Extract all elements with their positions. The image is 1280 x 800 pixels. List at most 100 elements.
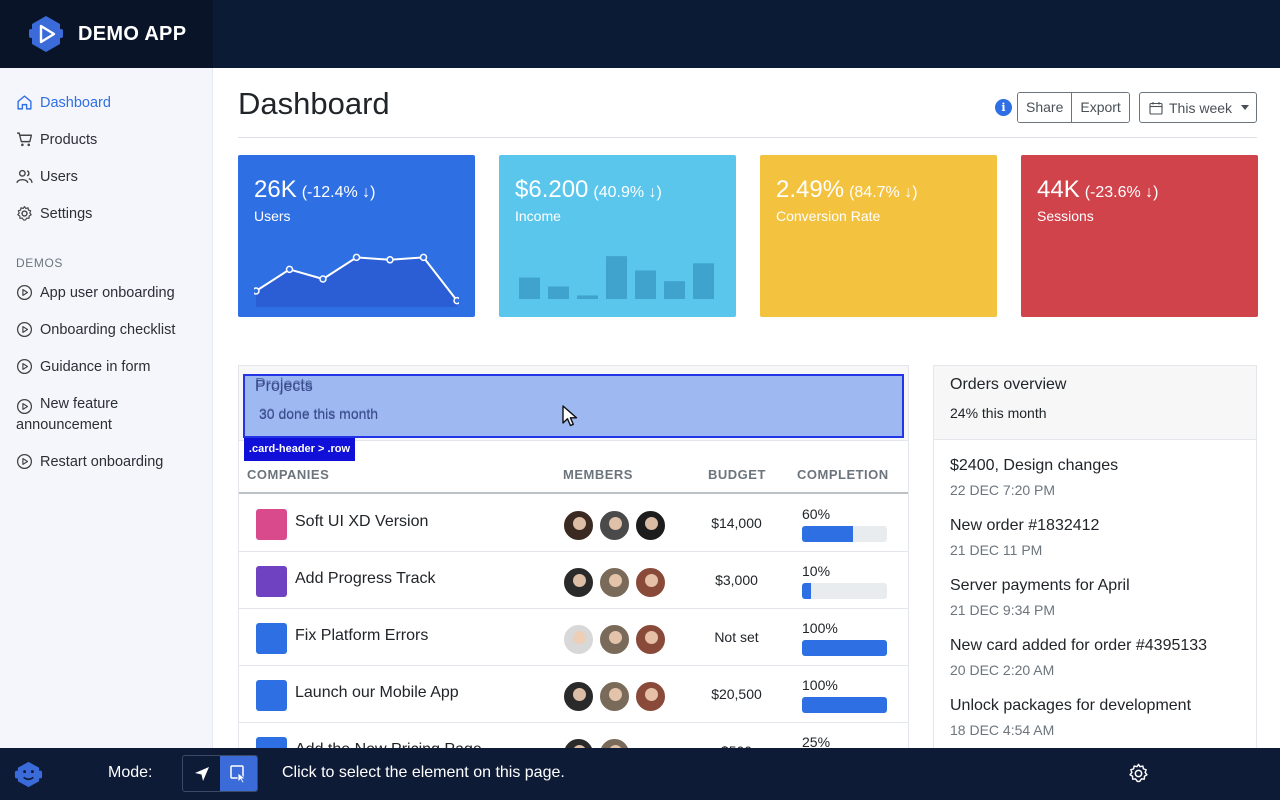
period-label: This week	[1169, 99, 1233, 116]
brand[interactable]: DEMO APP	[0, 0, 213, 68]
info-icon[interactable]: i	[995, 99, 1012, 116]
period-dropdown[interactable]: This week	[1139, 92, 1257, 123]
avatar[interactable]	[598, 509, 631, 542]
column-header-members: MEMBERS	[563, 467, 633, 482]
sidebar-item-products[interactable]: Products	[0, 130, 113, 151]
table-row[interactable]: Soft UI XD Version $14,000 60%	[239, 495, 908, 552]
order-time: 21 DEC 11 PM	[950, 542, 1043, 558]
instruction-text: Click to select the element on this page…	[282, 764, 565, 781]
avatar[interactable]	[562, 623, 595, 656]
sidebar-item-label: Products	[40, 132, 98, 148]
sidebar-item-settings[interactable]: Settings	[0, 204, 108, 225]
stat-card-sessions[interactable]: 44K (-23.6% ↓) Sessions	[1021, 155, 1258, 317]
list-item[interactable]: $2400, Design changes 22 DEC 7:20 PM	[950, 457, 1118, 498]
settings-gear-icon[interactable]	[1127, 762, 1150, 785]
avatar[interactable]	[634, 623, 667, 656]
app-logo-icon[interactable]	[13, 759, 44, 790]
project-budget: $14,000	[711, 515, 762, 531]
sidebar-item-onboarding-checklist[interactable]: Onboarding checklist	[0, 320, 191, 341]
project-color-icon	[256, 509, 287, 540]
sparkline-point	[419, 253, 428, 262]
column-header-budget: BUDGET	[708, 467, 766, 482]
avatar[interactable]	[598, 680, 631, 713]
project-color-icon	[256, 566, 287, 597]
project-color-icon	[256, 680, 287, 711]
order-time: 21 DEC 9:34 PM	[950, 602, 1056, 618]
list-item[interactable]: Server payments for April 21 DEC 9:34 PM	[950, 577, 1130, 618]
avatar[interactable]	[562, 566, 595, 599]
mouse-cursor-icon	[562, 405, 578, 427]
sidebar-item-dashboard[interactable]: Dashboard	[0, 93, 127, 114]
app-logo-icon	[29, 16, 63, 52]
sidebar-item-label: Onboarding checklist	[40, 322, 176, 338]
sidebar-item-label: Users	[40, 169, 78, 185]
highlighted-card-subtitle: 30 done this month	[259, 406, 379, 422]
stat-change: (-23.6% ↓)	[1084, 184, 1159, 201]
avatar[interactable]	[598, 623, 631, 656]
avatar[interactable]	[634, 680, 667, 713]
sidebar-item-label: App user onboarding	[40, 285, 175, 301]
page-title: Dashboard	[238, 86, 390, 121]
sparkline-point	[453, 296, 459, 305]
users-sparkline-chart	[254, 253, 459, 307]
project-budget: $3,000	[715, 572, 758, 588]
project-name: Launch our Mobile App	[295, 684, 459, 701]
stat-card-users[interactable]: 26K (-12.4% ↓) Users	[238, 155, 475, 317]
highlighted-card-title: Projects	[255, 378, 313, 395]
progress-bar	[802, 526, 887, 542]
order-title: $2400, Design changes	[950, 457, 1119, 474]
table-row[interactable]: Add Progress Track $3,000 10%	[239, 552, 908, 609]
gear-icon	[17, 206, 32, 221]
mode-label: Mode:	[108, 764, 153, 781]
order-title: New order #1832412	[950, 517, 1100, 534]
sidebar-item-app-user-onboarding[interactable]: App user onboarding	[0, 283, 191, 304]
play-circle-icon	[16, 358, 33, 375]
list-item[interactable]: New card added for order #4395133 20 DEC…	[950, 637, 1207, 678]
income-bar	[635, 270, 656, 299]
stat-value: 2.49%	[776, 176, 845, 203]
play-circle-icon	[16, 321, 33, 338]
sidebar-item-restart-onboarding[interactable]: Restart onboarding	[0, 452, 179, 473]
stat-card-conversion-rate[interactable]: 2.49% (84.7% ↓) Conversion Rate	[760, 155, 997, 317]
table-row[interactable]: Fix Platform Errors Not set 100%	[239, 609, 908, 666]
avatar[interactable]	[634, 566, 667, 599]
cart-icon	[17, 132, 33, 147]
stat-card-income[interactable]: $6.200 (40.9% ↓) Income	[499, 155, 736, 317]
order-time: 18 DEC 4:54 AM	[950, 722, 1055, 738]
sparkline-point	[319, 275, 327, 283]
progress-bar	[802, 640, 887, 656]
income-bar	[693, 263, 714, 299]
stat-value: 26K	[254, 176, 297, 203]
column-header-completion: COMPLETION	[797, 467, 889, 482]
list-item[interactable]: New order #1832412 21 DEC 11 PM	[950, 517, 1099, 558]
chevron-down-icon	[1241, 105, 1250, 110]
order-title: New card added for order #4395133	[950, 637, 1208, 654]
stat-value: $6.200	[515, 176, 589, 203]
stat-label: Income	[515, 208, 561, 224]
share-button[interactable]: Share	[1018, 93, 1072, 122]
stat-change: (40.9% ↓)	[593, 184, 662, 201]
sidebar-item-guidance-in-form[interactable]: Guidance in form	[0, 357, 166, 378]
members-avatars	[562, 509, 670, 542]
order-title: Server payments for April	[950, 577, 1130, 594]
avatar[interactable]	[562, 509, 595, 542]
table-row[interactable]: Launch our Mobile App $20,500 100%	[239, 666, 908, 723]
export-button[interactable]: Export	[1071, 93, 1129, 122]
completion-percent: 100%	[802, 620, 838, 636]
avatar[interactable]	[598, 566, 631, 599]
sidebar-item-users[interactable]: Users	[0, 167, 94, 188]
project-name: Soft UI XD Version	[295, 513, 429, 530]
avatar[interactable]	[562, 680, 595, 713]
list-item[interactable]: Unlock packages for development 18 DEC 4…	[950, 697, 1191, 738]
avatar[interactable]	[634, 509, 667, 542]
bottom-toolbar: Mode: Click to select the element on thi…	[0, 748, 1280, 800]
project-color-icon	[256, 623, 287, 654]
order-time: 20 DEC 2:20 AM	[950, 662, 1055, 678]
sparkline-area	[256, 257, 457, 307]
income-bar	[606, 256, 627, 299]
members-avatars	[562, 566, 670, 599]
select-element-mode-button[interactable]	[220, 756, 257, 791]
table-header: COMPANIES MEMBERS BUDGET COMPLETION	[239, 466, 908, 494]
navigate-mode-button[interactable]	[183, 756, 220, 791]
users-icon	[16, 169, 33, 184]
